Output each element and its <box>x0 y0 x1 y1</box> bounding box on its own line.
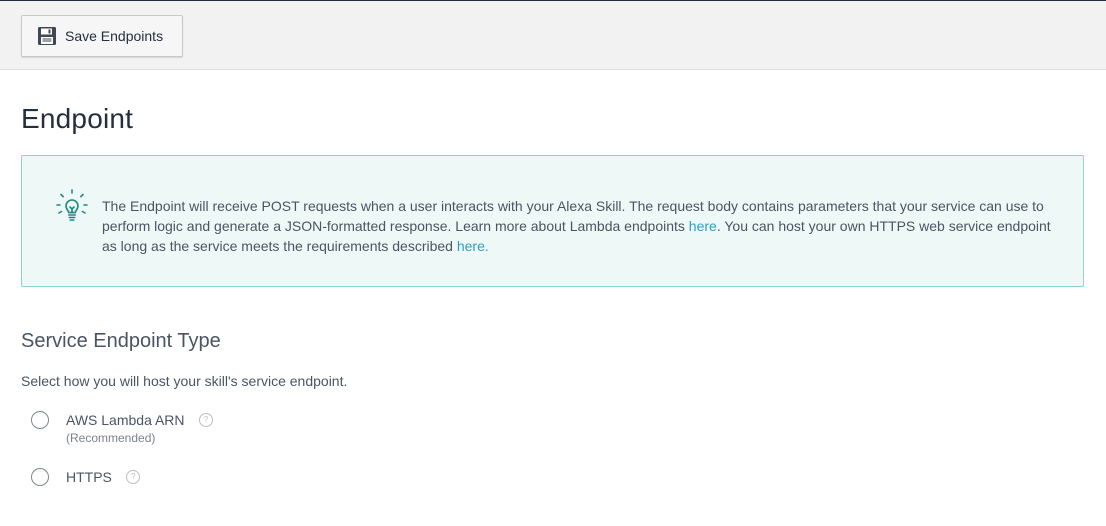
aws-lambda-text: AWS Lambda ARN ? (Recommended) <box>66 410 213 445</box>
help-icon[interactable]: ? <box>198 412 213 427</box>
info-alert: The Endpoint will receive POST requests … <box>21 155 1084 287</box>
floppy-disk-icon <box>37 26 57 46</box>
save-endpoints-button[interactable]: Save Endpoints <box>21 15 183 57</box>
help-icon[interactable]: ? <box>126 469 141 484</box>
radio-option-https[interactable]: HTTPS ? <box>31 467 141 487</box>
toolbar: Save Endpoints <box>0 1 1106 70</box>
aws-lambda-radio[interactable] <box>31 411 49 429</box>
service-endpoint-type-title: Service Endpoint Type <box>21 330 221 352</box>
https-requirements-link[interactable]: here. <box>457 238 489 254</box>
aws-lambda-label[interactable]: AWS Lambda ARN <box>66 410 185 430</box>
lambda-docs-link[interactable]: here <box>689 218 717 234</box>
https-text: HTTPS ? <box>66 467 141 487</box>
lightbulb-icon <box>55 189 89 225</box>
radio-option-aws-lambda[interactable]: AWS Lambda ARN ? (Recommended) <box>31 410 213 445</box>
recommended-label: (Recommended) <box>66 431 156 445</box>
save-endpoints-label: Save Endpoints <box>65 28 164 44</box>
service-endpoint-description: Select how you will host your skill's se… <box>21 373 348 389</box>
https-radio[interactable] <box>31 468 49 486</box>
https-label[interactable]: HTTPS <box>66 467 112 487</box>
info-text: The Endpoint will receive POST requests … <box>102 196 1062 256</box>
page-title: Endpoint <box>21 103 134 134</box>
